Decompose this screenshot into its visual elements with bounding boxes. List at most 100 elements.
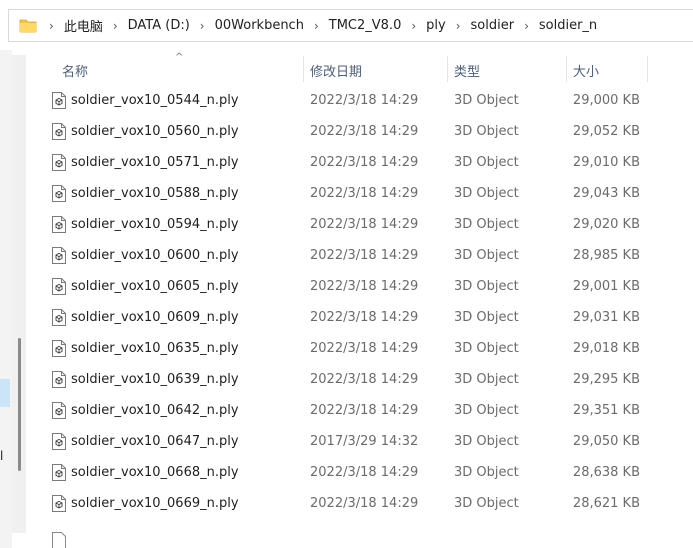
file-size: 28,985 KB bbox=[572, 248, 640, 263]
chevron-right-icon[interactable]: › bbox=[107, 19, 124, 33]
file-date: 2022/3/18 14:29 bbox=[310, 155, 419, 170]
file-type: 3D Object bbox=[454, 186, 519, 201]
file-name: soldier_vox10_0571_n.ply bbox=[71, 155, 239, 170]
chevron-right-icon[interactable]: › bbox=[518, 19, 535, 33]
3d-file-icon bbox=[52, 464, 66, 481]
partial-row bbox=[0, 530, 693, 548]
chevron-right-icon[interactable]: › bbox=[194, 19, 211, 33]
file-row[interactable]: soldier_vox10_0560_n.ply 2022/3/18 14:29 3… bbox=[0, 116, 693, 147]
file-row[interactable]: soldier_vox10_0571_n.ply 2022/3/18 14:29 3… bbox=[0, 147, 693, 178]
file-size: 28,621 KB bbox=[572, 496, 640, 511]
file-type: 3D Object bbox=[454, 248, 519, 263]
file-date: 2022/3/18 14:29 bbox=[310, 341, 419, 356]
file-row[interactable]: soldier_vox10_0609_n.ply 2022/3/18 14:29 3… bbox=[0, 302, 693, 333]
3d-file-icon bbox=[52, 216, 66, 233]
file-date: 2022/3/18 14:29 bbox=[310, 248, 419, 263]
3d-file-icon bbox=[52, 123, 66, 140]
file-type: 3D Object bbox=[454, 93, 519, 108]
breadcrumb-item[interactable]: soldier bbox=[467, 18, 519, 33]
file-type: 3D Object bbox=[454, 496, 519, 511]
breadcrumb-item[interactable]: TMC2_V8.0 bbox=[325, 18, 406, 33]
file-row[interactable]: soldier_vox10_0668_n.ply 2022/3/18 14:29 3… bbox=[0, 457, 693, 488]
file-type: 3D Object bbox=[454, 372, 519, 387]
file-row[interactable]: soldier_vox10_0647_n.ply 2017/3/29 14:32 3… bbox=[0, 426, 693, 457]
file-date: 2022/3/18 14:29 bbox=[310, 217, 419, 232]
sort-up-icon: ^ bbox=[175, 52, 184, 63]
chevron-right-icon[interactable]: › bbox=[405, 19, 422, 33]
file-date: 2022/3/18 14:29 bbox=[310, 496, 419, 511]
file-date: 2022/3/18 14:29 bbox=[310, 124, 419, 139]
file-row[interactable]: soldier_vox10_0588_n.ply 2022/3/18 14:29 3… bbox=[0, 178, 693, 209]
file-name: soldier_vox10_0647_n.ply bbox=[71, 434, 239, 449]
chevron-right-icon[interactable]: › bbox=[450, 19, 467, 33]
address-box[interactable]: › 此电脑 › DATA (D:) › 00Workbench › TMC2_V8.0 › ply… bbox=[8, 9, 693, 42]
file-type: 3D Object bbox=[454, 217, 519, 232]
file-size: 28,638 KB bbox=[572, 465, 640, 480]
file-row[interactable]: soldier_vox10_0639_n.ply 2022/3/18 14:29 3… bbox=[0, 364, 693, 395]
3d-file-icon bbox=[52, 433, 66, 450]
3d-file-icon bbox=[52, 92, 66, 109]
file-size: 29,031 KB bbox=[572, 310, 640, 325]
file-size: 29,020 KB bbox=[572, 217, 640, 232]
file-size: 29,295 KB bbox=[572, 372, 640, 387]
breadcrumb-item[interactable]: ply bbox=[422, 18, 450, 33]
column-type[interactable]: 类型 bbox=[448, 54, 566, 84]
chevron-right-icon[interactable]: › bbox=[43, 19, 60, 33]
3d-file-icon bbox=[52, 532, 66, 548]
breadcrumb-item[interactable]: 00Workbench bbox=[211, 18, 308, 33]
file-date: 2022/3/18 14:29 bbox=[310, 403, 419, 418]
file-date: 2022/3/18 14:29 bbox=[310, 465, 419, 480]
file-type: 3D Object bbox=[454, 279, 519, 294]
3d-file-icon bbox=[52, 247, 66, 264]
file-type: 3D Object bbox=[454, 403, 519, 418]
file-row[interactable]: soldier_vox10_0600_n.ply 2022/3/18 14:29 3… bbox=[0, 240, 693, 271]
file-name: soldier_vox10_0605_n.ply bbox=[71, 279, 239, 294]
folder-icon bbox=[19, 19, 37, 33]
file-name: soldier_vox10_0600_n.ply bbox=[71, 248, 239, 263]
file-type: 3D Object bbox=[454, 310, 519, 325]
column-name[interactable]: 名称 ^ bbox=[26, 52, 303, 84]
file-name: soldier_vox10_0588_n.ply bbox=[71, 186, 239, 201]
column-size-label: 大小 bbox=[573, 65, 600, 80]
file-type: 3D Object bbox=[454, 124, 519, 139]
file-type: 3D Object bbox=[454, 341, 519, 356]
file-row[interactable]: soldier_vox10_0544_n.ply 2022/3/18 14:29 3… bbox=[0, 85, 693, 116]
file-row[interactable]: soldier_vox10_0594_n.ply 2022/3/18 14:29 3… bbox=[0, 209, 693, 240]
file-size: 29,001 KB bbox=[572, 279, 640, 294]
file-name: soldier_vox10_0635_n.ply bbox=[71, 341, 239, 356]
file-name: soldier_vox10_0594_n.ply bbox=[71, 217, 239, 232]
column-date[interactable]: 修改日期 bbox=[304, 54, 447, 84]
file-type: 3D Object bbox=[454, 434, 519, 449]
3d-file-icon bbox=[52, 495, 66, 512]
file-name: soldier_vox10_0642_n.ply bbox=[71, 403, 239, 418]
breadcrumb-item[interactable]: 此电脑 bbox=[60, 16, 107, 35]
file-size: 29,043 KB bbox=[572, 186, 640, 201]
3d-file-icon bbox=[52, 371, 66, 388]
file-row[interactable]: soldier_vox10_0642_n.ply 2022/3/18 14:29 3… bbox=[0, 395, 693, 426]
column-header: 名称 ^ 修改日期 类型 大小 bbox=[26, 52, 648, 84]
column-size[interactable]: 大小 bbox=[567, 54, 647, 84]
chevron-right-icon[interactable]: › bbox=[308, 19, 325, 33]
column-date-label: 修改日期 bbox=[310, 65, 363, 80]
column-divider[interactable] bbox=[647, 56, 648, 82]
file-date: 2022/3/18 14:29 bbox=[310, 372, 419, 387]
file-row[interactable]: soldier_vox10_0635_n.ply 2022/3/18 14:29 3… bbox=[0, 333, 693, 364]
file-size: 29,010 KB bbox=[572, 155, 640, 170]
file-type: 3D Object bbox=[454, 465, 519, 480]
file-row[interactable]: soldier_vox10_0605_n.ply 2022/3/18 14:29 3… bbox=[0, 271, 693, 302]
file-date: 2022/3/18 14:29 bbox=[310, 186, 419, 201]
file-row[interactable]: soldier_vox10_0669_n.ply 2022/3/18 14:29 3… bbox=[0, 488, 693, 519]
breadcrumb-item[interactable]: soldier_n bbox=[535, 18, 601, 33]
column-name-label: 名称 bbox=[62, 65, 89, 80]
file-size: 29,018 KB bbox=[572, 341, 640, 356]
column-type-label: 类型 bbox=[454, 65, 481, 80]
breadcrumb: › 此电脑 › DATA (D:) › 00Workbench › TMC2_V8.0 › ply… bbox=[43, 10, 601, 41]
file-name: soldier_vox10_0609_n.ply bbox=[71, 310, 239, 325]
breadcrumb-item[interactable]: DATA (D:) bbox=[124, 18, 194, 33]
3d-file-icon bbox=[52, 402, 66, 419]
3d-file-icon bbox=[52, 185, 66, 202]
address-bar: › 此电脑 › DATA (D:) › 00Workbench › TMC2_V8.0 › ply… bbox=[0, 0, 693, 50]
file-size: 29,000 KB bbox=[572, 93, 640, 108]
file-type: 3D Object bbox=[454, 155, 519, 170]
file-name: soldier_vox10_0560_n.ply bbox=[71, 124, 239, 139]
